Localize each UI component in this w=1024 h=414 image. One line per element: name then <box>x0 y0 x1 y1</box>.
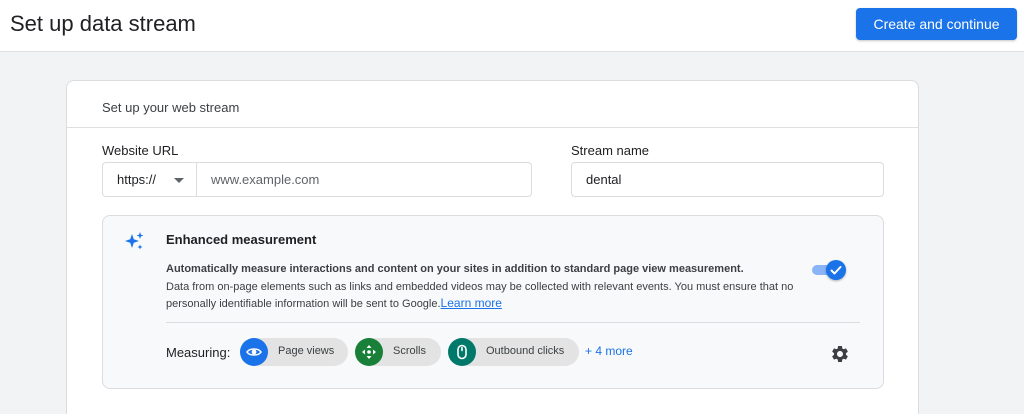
enhanced-measurement-title: Enhanced measurement <box>166 232 317 247</box>
dropdown-arrow-icon <box>174 178 184 183</box>
website-url-label: Website URL <box>102 143 179 158</box>
enhanced-description: Data from on-page elements such as links… <box>166 279 816 312</box>
panel-divider <box>166 322 860 323</box>
eye-icon <box>240 338 268 366</box>
chip-outbound-clicks: Outbound clicks <box>448 338 579 366</box>
more-measurements-link[interactable]: + 4 more <box>585 344 633 358</box>
page-title: Set up data stream <box>10 11 196 36</box>
website-url-input[interactable] <box>196 162 532 197</box>
stream-name-label: Stream name <box>571 143 650 158</box>
chip-label: Scrolls <box>393 345 427 357</box>
top-bar: Set up data stream Create and continue <box>0 0 1024 52</box>
protocol-value: https:// <box>117 172 157 187</box>
create-and-continue-button[interactable]: Create and continue <box>856 8 1017 40</box>
sparkle-icon <box>125 232 144 250</box>
enhanced-measurement-toggle[interactable] <box>812 260 846 280</box>
chip-scrolls: Scrolls <box>355 338 441 366</box>
mouse-icon <box>448 338 476 366</box>
enhanced-measurement-panel: Enhanced measurement Automatically measu… <box>102 215 884 389</box>
measuring-label: Measuring: <box>166 345 231 360</box>
learn-more-link[interactable]: Learn more <box>441 296 502 310</box>
chip-label: Outbound clicks <box>486 345 565 357</box>
toggle-thumb <box>826 260 846 280</box>
web-stream-card: Set up your web stream Website URL https… <box>66 80 919 414</box>
gear-icon[interactable] <box>830 344 850 364</box>
scroll-arrows-icon <box>355 338 383 366</box>
chip-page-views: Page views <box>240 338 348 366</box>
enhanced-summary: Automatically measure interactions and c… <box>166 263 744 275</box>
chip-label: Page views <box>278 345 335 357</box>
stream-name-input[interactable] <box>571 162 884 197</box>
protocol-select[interactable]: https:// <box>102 162 197 197</box>
checkmark-icon <box>830 266 842 275</box>
card-title: Set up your web stream <box>102 100 240 115</box>
card-divider <box>67 127 918 128</box>
